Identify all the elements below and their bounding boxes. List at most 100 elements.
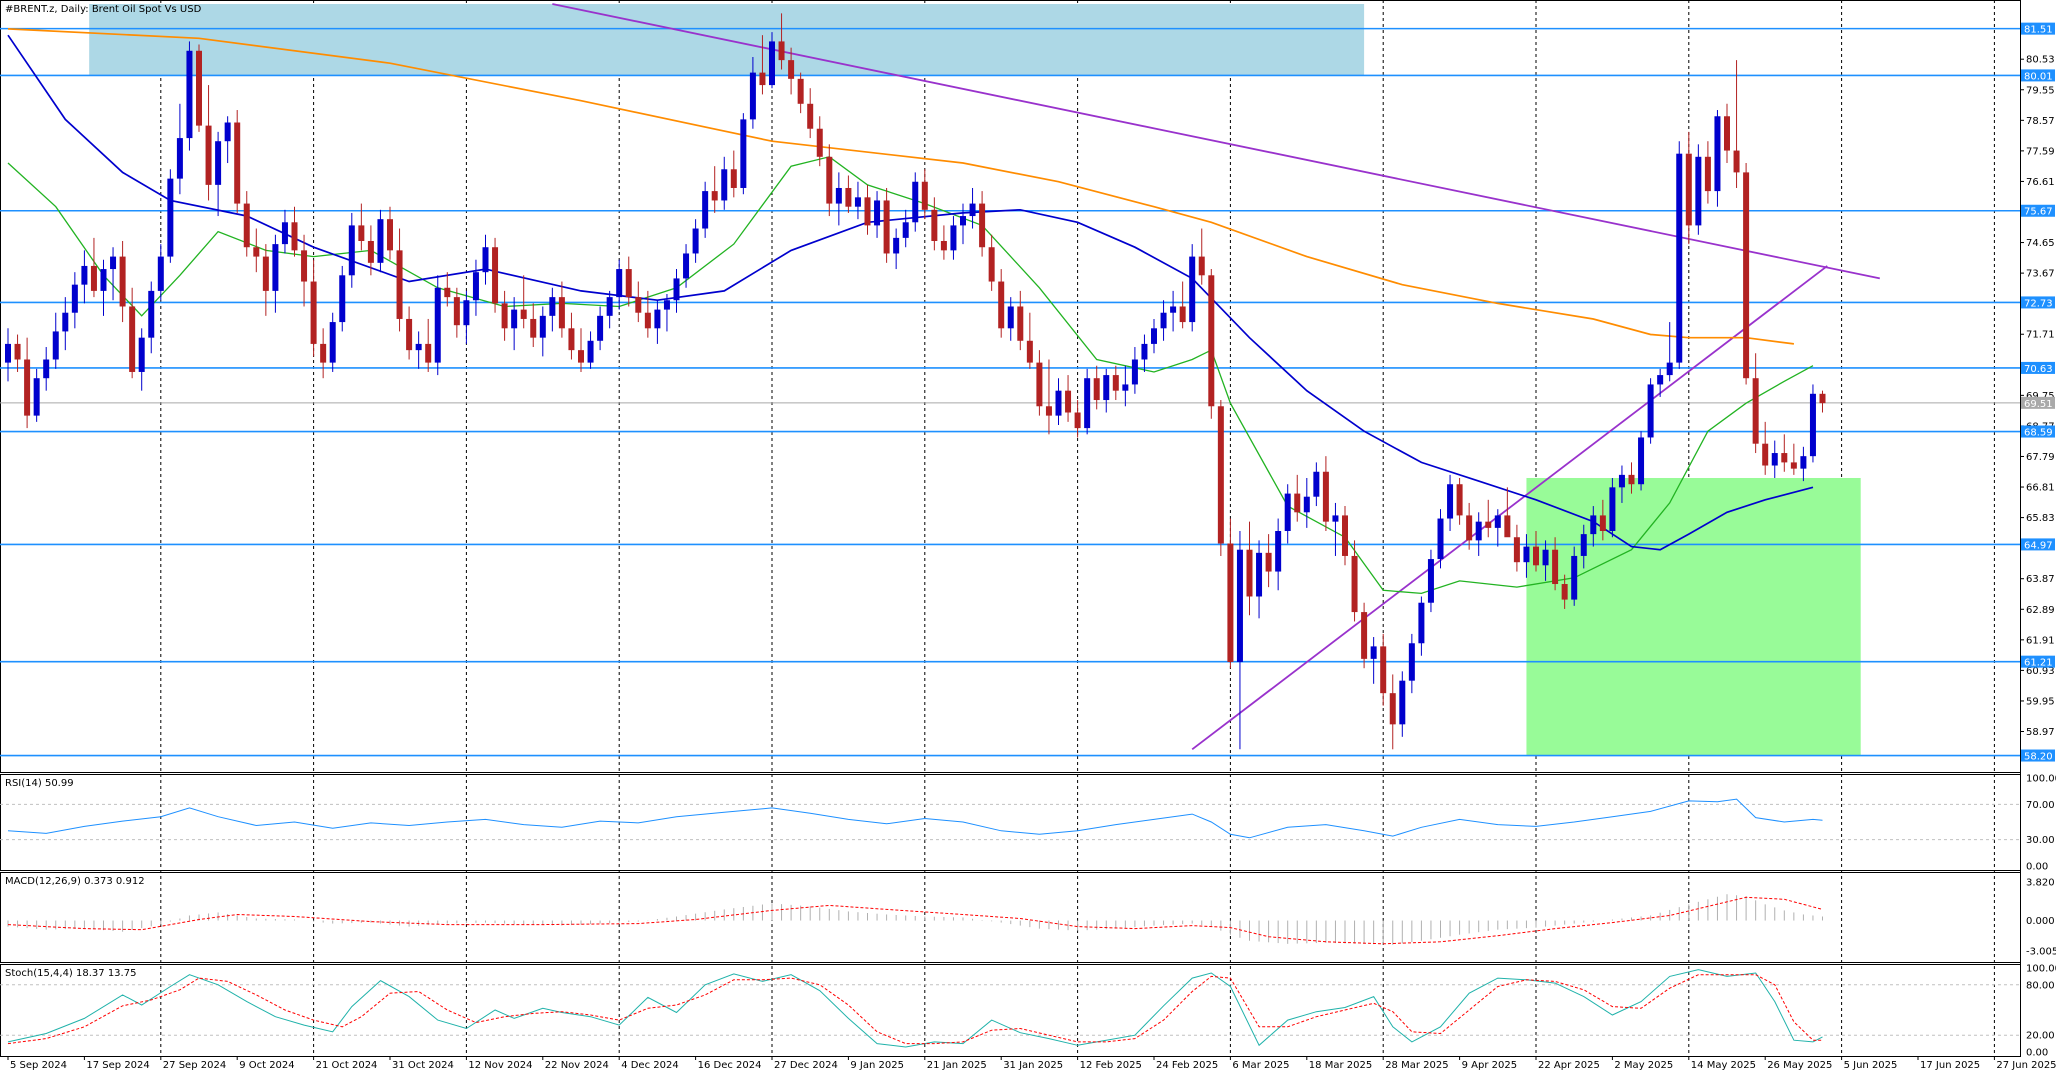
candle-body [1695, 156, 1702, 226]
candle-body [1361, 612, 1368, 659]
candle-body [931, 209, 938, 241]
panel-frame-rsi [0, 774, 2021, 871]
date-label: 28 Mar 2025 [1385, 1060, 1448, 1071]
level-badge-label: 72.73 [2024, 298, 2053, 309]
main-axis-label: 65.83 [2026, 513, 2055, 524]
candle-body [224, 122, 231, 142]
date-label: 9 Oct 2024 [239, 1060, 294, 1071]
candle-body [52, 331, 59, 360]
main-axis-label: 80.53 [2026, 55, 2055, 66]
date-label: 24 Feb 2025 [1156, 1060, 1218, 1071]
date-label: 5 Sep 2024 [10, 1060, 67, 1071]
candle-body [215, 141, 222, 185]
candle-body [453, 297, 460, 326]
candle-body [1628, 474, 1635, 485]
candle-body [606, 297, 613, 316]
candle-body [1752, 378, 1759, 444]
main-axis-label: 79.55 [2026, 85, 2055, 96]
date-label: 21 Jan 2025 [927, 1060, 987, 1071]
candle-body [243, 203, 250, 248]
candle-body [1542, 549, 1549, 566]
candle-body [1638, 437, 1645, 485]
candle-body [1112, 375, 1119, 391]
main-axis-label: 74.65 [2026, 238, 2055, 249]
main-axis-label: 67.79 [2026, 452, 2055, 463]
candle-body [740, 119, 747, 188]
candle-body [81, 265, 88, 285]
candle-body [62, 312, 69, 332]
candle-body [940, 240, 947, 251]
candle-body [1026, 340, 1033, 363]
candle-body [1227, 543, 1234, 662]
main-axis-label: 62.89 [2026, 605, 2055, 616]
candle-body [635, 297, 642, 313]
candle-body [616, 269, 623, 298]
candle-body [1122, 384, 1129, 391]
candle-body [530, 318, 537, 338]
date-label: 9 Jan 2025 [850, 1060, 904, 1071]
candle-body [539, 315, 546, 338]
candle-body [1170, 306, 1177, 313]
candle-body [472, 272, 479, 301]
candle-body [1151, 328, 1157, 344]
candle-body [119, 256, 126, 307]
candle-body [387, 219, 393, 251]
candle-body [196, 50, 202, 126]
date-label: 4 Dec 2024 [621, 1060, 679, 1071]
candle-body [1561, 584, 1568, 600]
main-axis-label: 76.61 [2026, 177, 2055, 188]
main-axis-label: 58.97 [2026, 727, 2055, 738]
candle-body [43, 359, 50, 379]
candle-body [320, 343, 327, 363]
candle-body [1217, 406, 1224, 544]
candle-body [1771, 453, 1778, 466]
candle-body [71, 284, 78, 313]
stoch-axis-label: 0.00 [2026, 1048, 2048, 1059]
stoch-axis-label: 100.00 [2026, 964, 2056, 975]
rsi-axis-label: 30.00 [2026, 835, 2055, 846]
candle-body [1571, 555, 1578, 600]
candle-body [1332, 515, 1339, 522]
candle-body [960, 216, 966, 226]
candle-body [1800, 456, 1807, 469]
candle-body [1007, 306, 1014, 329]
candle-body [778, 41, 785, 61]
candle-body [1523, 546, 1530, 563]
candle-body [759, 72, 766, 86]
date-label: 17 Sep 2024 [86, 1060, 149, 1071]
candle-body [1256, 552, 1263, 597]
date-label: 14 May 2025 [1691, 1060, 1756, 1071]
candle-body [1380, 646, 1387, 694]
candle-body [1447, 484, 1454, 519]
candle-body [1466, 515, 1473, 541]
candle-body [1074, 412, 1081, 429]
stoch-label: Stoch(15,4,4) 18.37 13.75 [5, 968, 136, 979]
candle-body [281, 222, 288, 245]
candle-body [883, 200, 890, 254]
candle-body [186, 50, 193, 139]
macd-axis-label: 3.820 [2026, 877, 2055, 888]
candle-body [501, 303, 508, 329]
macd-axis-label: 0.000 [2026, 916, 2055, 927]
candle-body [339, 275, 346, 323]
candle-body [749, 72, 756, 120]
candle-body [272, 244, 279, 291]
candle-body [1475, 521, 1482, 541]
level-badge-label: 75.67 [2024, 207, 2053, 218]
candle-body [1294, 493, 1301, 513]
candle-body [1055, 390, 1062, 416]
candle-body [673, 278, 680, 301]
candle-body [1399, 680, 1406, 725]
candle-body [24, 359, 31, 416]
candle-body [1533, 546, 1539, 566]
candle-body [1160, 312, 1167, 329]
candle-body [205, 125, 212, 185]
candle-body [558, 297, 565, 329]
date-label: 31 Oct 2024 [392, 1060, 454, 1071]
candle-body [1609, 487, 1616, 532]
date-label: 12 Feb 2025 [1080, 1060, 1142, 1071]
candle-body [702, 191, 709, 229]
date-label: 27 Dec 2024 [774, 1060, 838, 1071]
candle-body [167, 178, 174, 257]
candle-body [979, 203, 986, 248]
